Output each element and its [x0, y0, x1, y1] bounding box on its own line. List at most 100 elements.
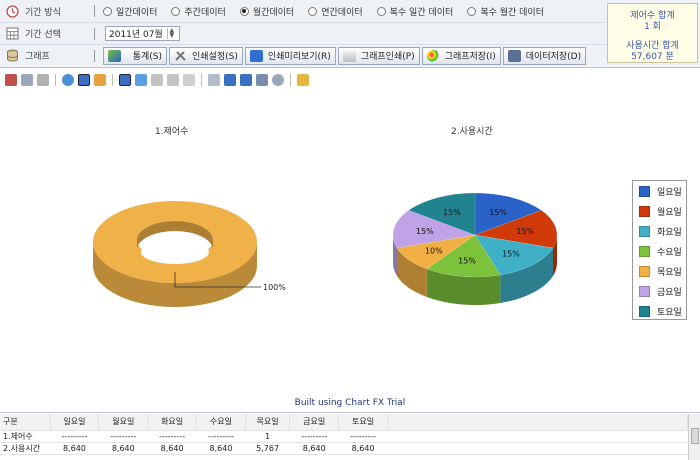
- radio-multi-monthly[interactable]: 복수 월간 데이터: [467, 5, 544, 18]
- column-header[interactable]: 화요일: [147, 414, 198, 431]
- data-editor-icon[interactable]: [119, 74, 131, 86]
- column-header[interactable]: 금요일: [289, 414, 340, 431]
- table-cell: ---------: [50, 430, 99, 443]
- summary-control-count-value: 1 회: [644, 22, 661, 32]
- radio-multi-daily[interactable]: 복수 일간 데이터: [376, 5, 454, 18]
- save-data-button[interactable]: 데이터저장(D): [502, 46, 587, 65]
- radio-yearly[interactable]: 연간데이터: [308, 5, 363, 18]
- grid-icon[interactable]: [208, 74, 220, 86]
- radio-label: 일간데이터: [116, 7, 158, 18]
- legend-item: 일요일: [639, 185, 682, 198]
- legend-swatch: [639, 246, 650, 257]
- table-cell: 8,640: [289, 442, 339, 455]
- zoom-icon[interactable]: [272, 74, 284, 86]
- separator: [94, 27, 95, 40]
- print-preview-button[interactable]: 인쇄미리보기(R): [244, 46, 336, 65]
- table-cell: ---------: [196, 430, 246, 443]
- table-cell: 1.제어수: [0, 430, 50, 443]
- period-method-label-wrap: 기간 방식: [0, 4, 92, 18]
- radio-dot-selected: [239, 6, 249, 16]
- chart-toolbar: [3, 70, 693, 90]
- legend-icon[interactable]: [224, 74, 236, 86]
- radio-dot: [308, 6, 318, 16]
- print-settings-button[interactable]: 인쇄설정(S): [169, 46, 243, 65]
- data-table: 구분 일요일 월요일 화요일 수요일 목요일 금요일 토요일 1.제어수 ---…: [0, 414, 688, 455]
- radio-dot: [171, 6, 181, 16]
- radio-dot: [376, 6, 386, 16]
- legend-label: 화요일: [657, 228, 682, 238]
- table-icon[interactable]: [240, 74, 252, 86]
- column-header[interactable]: 토요일: [338, 414, 388, 431]
- radio-weekly[interactable]: 주간데이터: [171, 5, 226, 18]
- vertical-scrollbar[interactable]: [688, 414, 700, 460]
- graph-label: 그래프: [25, 52, 50, 62]
- period-select-row: 기간 선택 2011년 07월 ▲ ▼: [0, 22, 605, 44]
- save-graph-button-label: 그래프저장(I): [444, 52, 496, 62]
- toolbar-separator: [201, 74, 202, 86]
- axis-icon[interactable]: [135, 74, 147, 86]
- toolbar-separator: [112, 74, 113, 86]
- radio-daily[interactable]: 일간데이터: [103, 5, 157, 18]
- chart-type-icon[interactable]: [5, 74, 17, 86]
- table-cell: 2.사용시간: [0, 442, 50, 455]
- color-icon[interactable]: [94, 74, 106, 86]
- palette-icon[interactable]: [62, 74, 74, 86]
- column-header[interactable]: 구분: [0, 414, 51, 431]
- print-graph-button-label: 그래프인쇄(P): [360, 52, 415, 62]
- table-cell: 8,640: [147, 442, 197, 455]
- monitor-icon: [249, 49, 263, 62]
- legend-item: 월요일: [639, 205, 682, 218]
- table-cell: ---------: [147, 430, 197, 443]
- period-select-label-wrap: 기간 선택: [0, 27, 92, 40]
- legend-swatch: [639, 226, 650, 237]
- print-graph-button[interactable]: 그래프인쇄(P): [337, 46, 420, 65]
- copy-icon[interactable]: [21, 74, 33, 86]
- legend-label: 목요일: [657, 268, 682, 278]
- print-settings-button-label: 인쇄설정(S): [192, 52, 238, 62]
- table-cell: 5,767: [245, 442, 290, 455]
- column-header[interactable]: 일요일: [50, 414, 100, 431]
- summary-box: 제어수 합계 1 회 사용시간 합계 57,607 분: [607, 3, 698, 63]
- radio-label: 복수 일간 데이터: [389, 7, 454, 18]
- month-picker[interactable]: 2011년 07월 ▲ ▼: [105, 26, 180, 41]
- clock-icon: [6, 4, 19, 18]
- radio-label: 주간데이터: [184, 7, 226, 18]
- hand-icon[interactable]: [183, 74, 195, 86]
- chart-title-usage-time: 2.사용시간: [451, 127, 493, 137]
- chart-style-icon[interactable]: [78, 74, 90, 86]
- table-row[interactable]: 1.제어수 --------- --------- --------- ----…: [0, 430, 688, 443]
- legend-item: 수요일: [639, 245, 682, 258]
- floppy-disk-icon: [507, 49, 521, 62]
- save-graph-button[interactable]: 그래프저장(I): [421, 46, 501, 65]
- period-method-label: 기간 방식: [25, 7, 61, 18]
- column-header[interactable]: 월요일: [98, 414, 149, 431]
- column-header[interactable]: 수요일: [196, 414, 246, 431]
- rotate-icon[interactable]: [151, 74, 163, 86]
- undo-icon[interactable]: [167, 74, 179, 86]
- summary-control-count-label: 제어수 합계: [630, 11, 675, 21]
- chart-area: [0, 68, 700, 413]
- statistics-button[interactable]: 통계(S): [103, 46, 167, 65]
- scrollbar-thumb[interactable]: [691, 428, 699, 444]
- month-picker-value: 2011년 07월: [109, 30, 163, 40]
- column-header[interactable]: 목요일: [245, 414, 291, 431]
- radio-monthly[interactable]: 월간데이터: [239, 5, 294, 18]
- database-icon: [6, 49, 19, 62]
- separator: [94, 5, 95, 17]
- printer-icon: [342, 49, 356, 62]
- radio-label: 복수 월간 데이터: [480, 7, 544, 18]
- chart-footer: Built using Chart FX Trial: [294, 398, 406, 408]
- legend-swatch: [639, 266, 650, 277]
- separator: [94, 49, 95, 62]
- layout-icon[interactable]: [256, 74, 268, 86]
- legend-item: 금요일: [639, 285, 682, 298]
- chart-title-control-count: 1.제어수: [155, 127, 189, 137]
- spin-icon[interactable]: ▲ ▼: [166, 28, 176, 39]
- legend-label: 금요일: [657, 288, 682, 298]
- period-select-label: 기간 선택: [25, 30, 61, 40]
- table-row[interactable]: 2.사용시간 8,640 8,640 8,640 8,640 5,767 8,6…: [0, 442, 688, 455]
- radio-dot: [103, 6, 112, 16]
- print-icon[interactable]: [37, 74, 49, 86]
- tools-icon[interactable]: [297, 74, 309, 86]
- table-cell: ---------: [98, 430, 148, 443]
